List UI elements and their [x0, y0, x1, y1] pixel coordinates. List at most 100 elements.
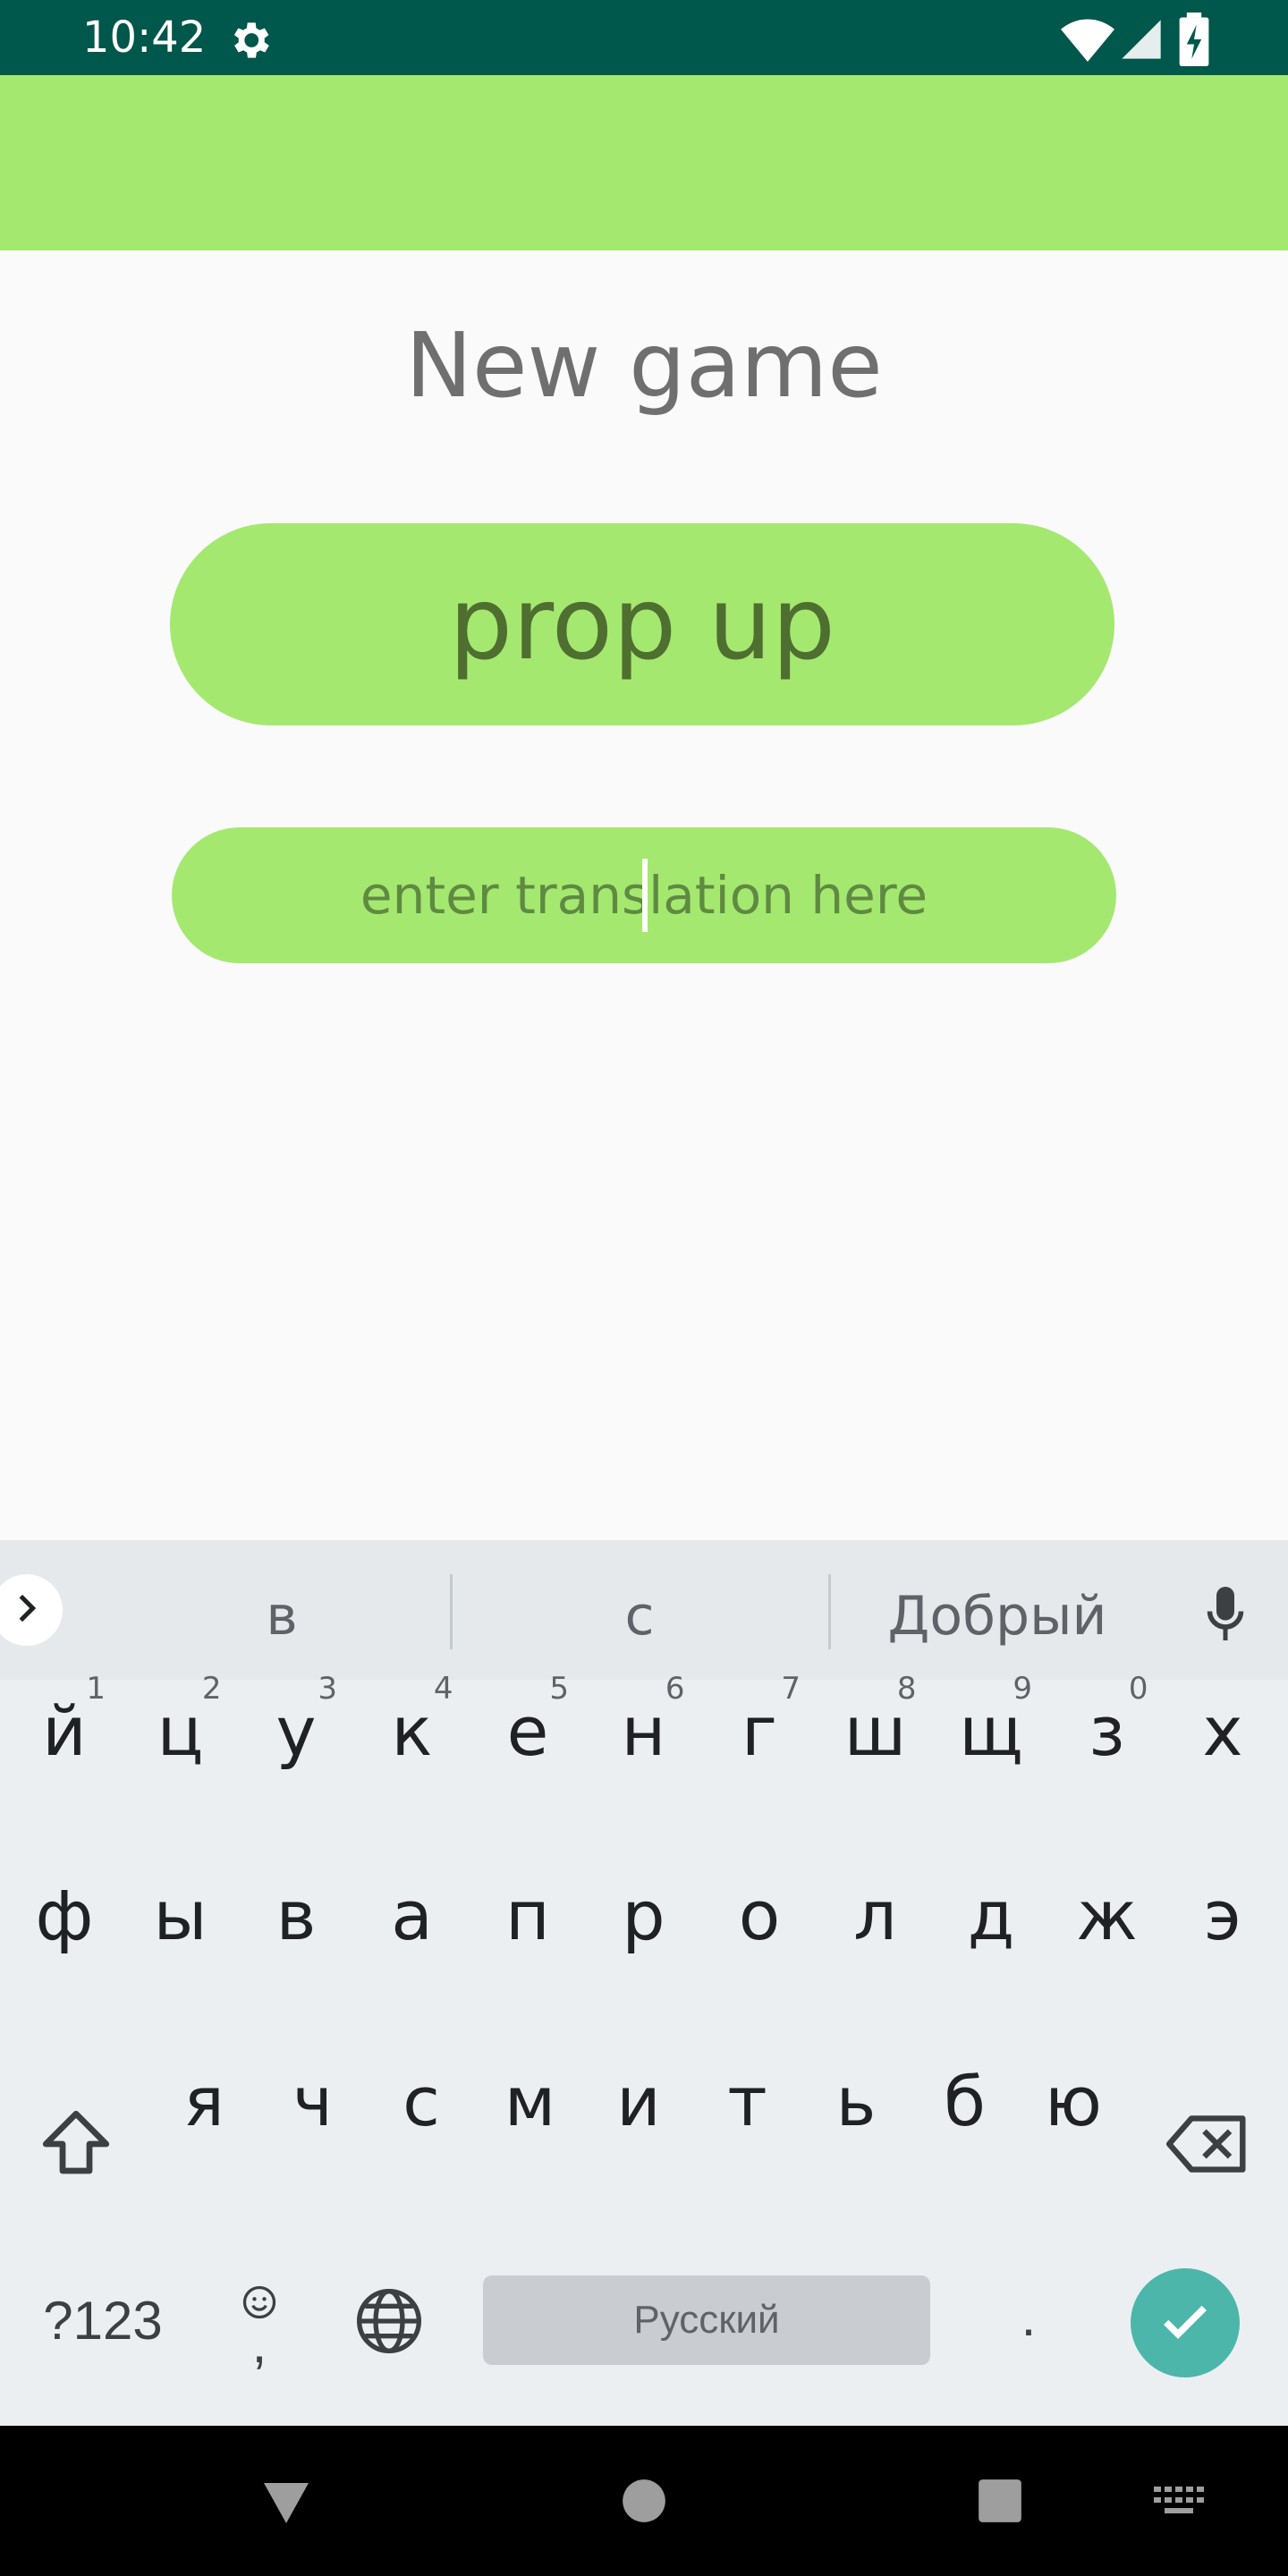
shift-key[interactable]	[36, 2104, 116, 2184]
key[interactable]: и	[585, 2052, 692, 2141]
key-hint: 6	[665, 1671, 685, 1707]
key-hint: 8	[896, 1671, 917, 1707]
key[interactable]: к4	[359, 1671, 466, 1771]
key-label: ц	[157, 1691, 204, 1771]
key-label: й	[42, 1691, 87, 1771]
key-label: э	[1204, 1876, 1241, 1955]
key-label: х	[1202, 1691, 1243, 1771]
key[interactable]: п	[474, 1866, 581, 1955]
key-label: о	[738, 1876, 781, 1955]
suggestion-2[interactable]: с	[474, 1576, 805, 1657]
key-label: у	[275, 1691, 317, 1771]
key-label: д	[967, 1876, 1015, 1955]
key[interactable]: э	[1169, 1866, 1276, 1955]
key-label: м	[504, 2062, 556, 2141]
comma-label: ,	[251, 2313, 267, 2374]
key[interactable]: з0	[1054, 1671, 1161, 1771]
key[interactable]: м	[477, 2052, 584, 2141]
gear-icon	[225, 16, 274, 64]
key-label: з	[1089, 1691, 1125, 1771]
period-key[interactable]: .	[993, 2272, 1064, 2361]
key[interactable]: л	[822, 1866, 929, 1955]
checkmark-icon	[1157, 2292, 1214, 2354]
app-bar	[0, 75, 1288, 250]
key[interactable]: ы	[127, 1866, 234, 1955]
page-title: New game	[405, 313, 883, 418]
key-label: к	[391, 1691, 433, 1771]
chevron-right-icon	[9, 1590, 45, 1631]
globe-icon[interactable]	[349, 2281, 429, 2361]
wifi-icon	[1061, 14, 1114, 64]
key[interactable]: ф	[11, 1866, 118, 1955]
key-label: ч	[292, 2062, 333, 2141]
space-bar[interactable]: Русский	[483, 2275, 930, 2365]
emoji-comma-key[interactable]: ,	[224, 2268, 295, 2376]
key[interactable]: ю	[1020, 2052, 1127, 2141]
key-hint: 2	[201, 1671, 222, 1707]
key[interactable]: б	[911, 2052, 1019, 2141]
key[interactable]: в	[242, 1866, 350, 1955]
key-label: я	[183, 2062, 225, 2141]
suggestion-divider	[828, 1574, 831, 1649]
key[interactable]: ч	[259, 2052, 367, 2141]
key-label: б	[944, 2062, 986, 2141]
key-hint: 1	[86, 1671, 106, 1707]
status-time: 10:42	[82, 13, 207, 63]
key[interactable]: г7	[706, 1671, 813, 1771]
key-label: с	[402, 2062, 440, 2141]
key[interactable]: с	[368, 2052, 475, 2141]
key-hint: 0	[1128, 1671, 1148, 1707]
suggestion-divider	[450, 1574, 453, 1649]
key[interactable]: р	[590, 1866, 698, 1955]
text-caret	[642, 859, 648, 932]
key[interactable]: о	[706, 1866, 813, 1955]
key-label: и	[616, 2062, 661, 2141]
key-label: ж	[1076, 1876, 1138, 1955]
key-hint: 7	[781, 1671, 801, 1707]
key-label: а	[391, 1876, 433, 1955]
key[interactable]: й1	[11, 1671, 118, 1771]
microphone-icon[interactable]	[1199, 1581, 1252, 1646]
key-hint: 3	[318, 1671, 337, 1707]
word-text: prop up	[449, 566, 835, 682]
signal-icon	[1118, 16, 1165, 63]
key-label: в	[275, 1876, 317, 1955]
key-label: н	[621, 1691, 666, 1771]
key-hint: 4	[433, 1671, 453, 1707]
key[interactable]: д	[937, 1866, 1045, 1955]
suggestion-1[interactable]: в	[125, 1576, 438, 1657]
key[interactable]: я	[150, 2052, 258, 2141]
recents-icon[interactable]	[977, 2478, 1023, 2524]
battery-charging-icon	[1179, 13, 1209, 67]
key[interactable]: ь	[802, 2052, 910, 2141]
key-label: ь	[835, 2062, 877, 2141]
key[interactable]: н6	[590, 1671, 698, 1771]
key-label: г	[741, 1691, 777, 1771]
word-card: prop up	[170, 523, 1114, 725]
suggestion-3[interactable]: Добрый	[850, 1576, 1145, 1657]
key[interactable]: х	[1169, 1682, 1276, 1771]
key-hint: 9	[1013, 1671, 1032, 1707]
key-label: ы	[153, 1876, 208, 1955]
key[interactable]: т	[694, 2052, 801, 2141]
key[interactable]: а	[359, 1866, 466, 1955]
backspace-key[interactable]	[1163, 2104, 1252, 2184]
key-label: р	[622, 1876, 665, 1955]
enter-key[interactable]	[1131, 2268, 1240, 2377]
key[interactable]: у3	[242, 1671, 350, 1771]
key[interactable]: ж	[1054, 1866, 1161, 1955]
home-icon[interactable]	[621, 2478, 667, 2524]
symbols-key[interactable]: ?123	[18, 2275, 188, 2365]
key-label: ф	[35, 1876, 94, 1955]
back-icon[interactable]	[259, 2474, 313, 2528]
keyboard-switch-icon[interactable]	[1152, 2483, 1206, 2519]
key[interactable]: ш8	[822, 1671, 929, 1771]
key[interactable]: ц2	[127, 1671, 234, 1771]
key-label: т	[727, 2062, 767, 2141]
key-label: ю	[1045, 2062, 1102, 2141]
key[interactable]: е5	[474, 1671, 581, 1771]
key-label: л	[853, 1876, 897, 1955]
key-label: п	[505, 1876, 550, 1955]
key[interactable]: щ9	[937, 1671, 1045, 1771]
key-hint: 5	[549, 1671, 569, 1707]
